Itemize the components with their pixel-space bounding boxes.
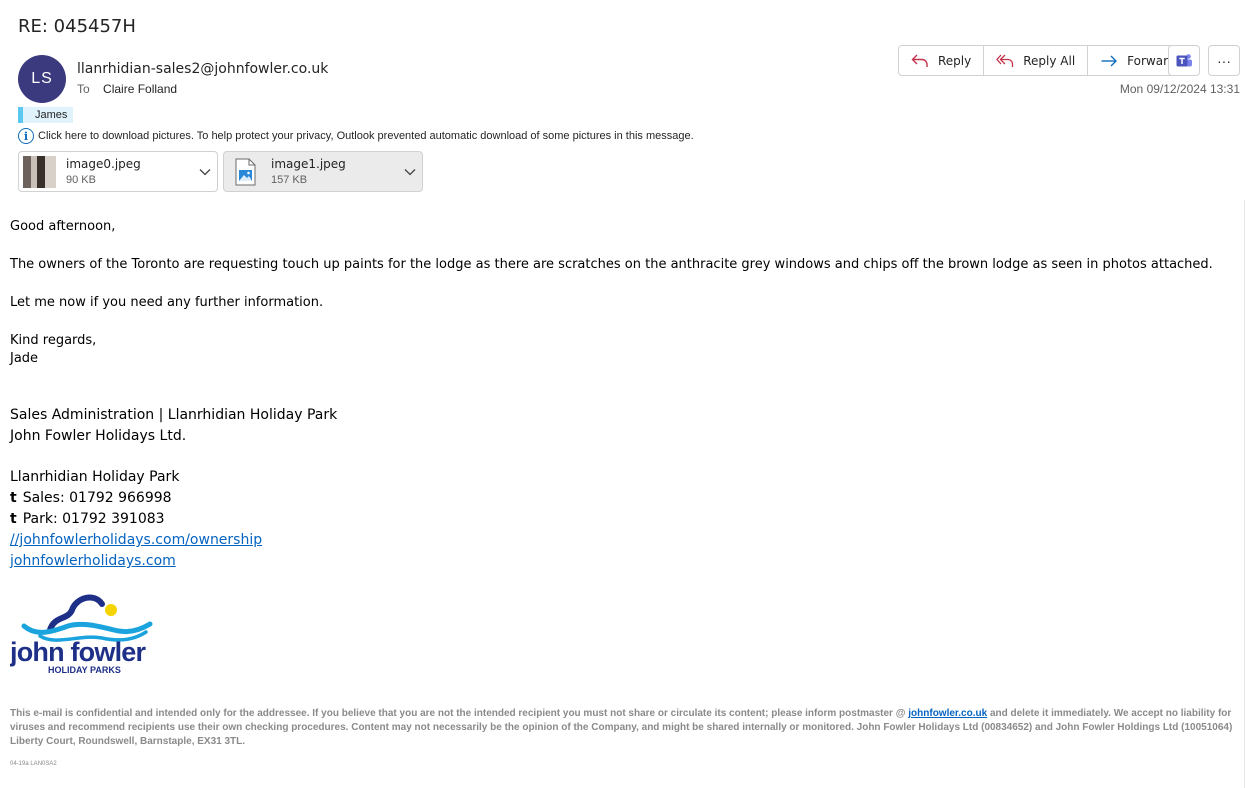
disclaimer-text: This e-mail is confidential and intended… (10, 708, 909, 719)
privacy-notice[interactable]: i Click here to download pictures. To he… (18, 128, 694, 144)
postmaster-link[interactable]: johnfowler.co.uk (908, 708, 987, 719)
image-file-icon (228, 156, 261, 188)
signature-role: Sales Administration | Llanrhidian Holid… (10, 407, 338, 423)
scrollbar[interactable] (1244, 200, 1250, 788)
chevron-down-icon[interactable] (398, 168, 422, 176)
signature-park: Llanrhidian Holiday Park (10, 469, 180, 485)
more-options-button[interactable]: ··· (1208, 45, 1240, 76)
recipient-name[interactable]: Claire Folland (103, 82, 177, 96)
recipient-line: To Claire Folland (77, 82, 177, 96)
reply-label: Reply (938, 53, 972, 68)
signature-code: 04-19a LAN0SA2 (10, 761, 57, 767)
signature-park-phone: t Park: 01792 391083 (10, 509, 337, 530)
more-icon: ··· (1217, 52, 1231, 69)
chevron-down-icon[interactable] (193, 168, 217, 176)
phone-label: t (10, 511, 17, 527)
reply-all-icon (996, 54, 1014, 67)
attachment-image1[interactable]: image1.jpeg 157 KB (223, 151, 423, 192)
svg-text:john fowler: john fowler (10, 637, 146, 667)
reply-icon (911, 54, 928, 67)
reply-button[interactable]: Reply (899, 46, 985, 75)
forward-icon (1101, 55, 1118, 66)
sales-phone: Sales: 01792 966998 (22, 490, 172, 506)
received-date: Mon 09/12/2024 13:31 (1119, 82, 1240, 96)
signature-company: John Fowler Holidays Ltd. (10, 428, 187, 444)
sender-first-name: Jade (10, 351, 39, 366)
closing: Kind regards, (10, 333, 97, 348)
privacy-notice-text[interactable]: Click here to download pictures. To help… (38, 130, 694, 142)
phone-label: t (10, 490, 17, 506)
sender-avatar[interactable]: LS (18, 55, 66, 103)
info-icon: i (18, 128, 34, 144)
sender-email[interactable]: llanrhidian-sales2@johnfowler.co.uk (77, 61, 328, 77)
email-subject: RE: 045457H (18, 16, 136, 37)
svg-text:HOLIDAY PARKS: HOLIDAY PARKS (48, 665, 121, 675)
message-body: Good afternoon, The owners of the Toront… (10, 218, 1213, 368)
reply-all-button[interactable]: Reply All (984, 46, 1089, 75)
legal-disclaimer: This e-mail is confidential and intended… (10, 707, 1240, 749)
signature-sales-phone: t Sales: 01792 966998 (10, 488, 337, 509)
attachment-size: 157 KB (271, 174, 308, 186)
attachment-name: image1.jpeg (271, 157, 346, 171)
website-link[interactable]: johnfowlerholidays.com (10, 553, 176, 569)
attachment-size: 90 KB (66, 174, 96, 186)
teams-share-button[interactable] (1168, 45, 1200, 76)
attachment-name: image0.jpeg (66, 157, 141, 171)
to-label: To (77, 82, 90, 96)
ownership-link[interactable]: //johnfowlerholidays.com/ownership (10, 532, 262, 548)
teams-icon (1176, 53, 1192, 66)
category-tag[interactable]: James (18, 107, 74, 123)
image-thumbnail (23, 155, 56, 188)
john-fowler-logo: john fowler HOLIDAY PARKS (9, 586, 170, 676)
body-paragraph: Let me now if you need any further infor… (10, 295, 324, 310)
email-signature: Sales Administration | Llanrhidian Holid… (10, 405, 337, 572)
body-paragraph: The owners of the Toronto are requesting… (10, 257, 1213, 272)
reply-all-label: Reply All (1023, 53, 1076, 68)
attachment-image0[interactable]: image0.jpeg 90 KB (18, 151, 218, 192)
park-phone: Park: 01792 391083 (22, 511, 165, 527)
greeting: Good afternoon, (10, 219, 116, 234)
message-actions-toolbar: Reply Reply All Forward (898, 45, 1189, 76)
